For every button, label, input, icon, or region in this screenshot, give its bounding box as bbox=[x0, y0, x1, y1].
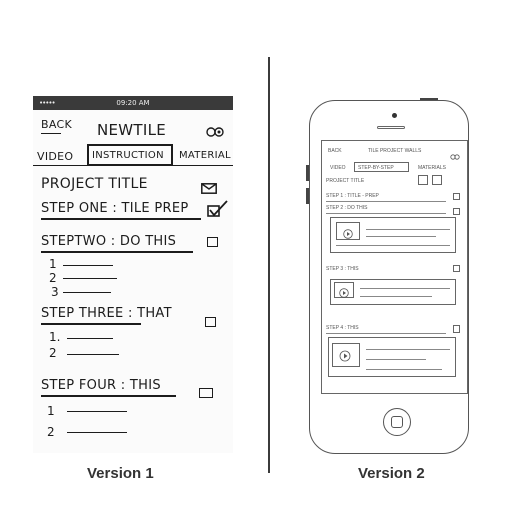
step-1-checkbox[interactable] bbox=[453, 193, 460, 200]
search-settings-icon[interactable] bbox=[450, 147, 460, 160]
step-four-item-1-number: 1 bbox=[47, 404, 55, 418]
phone-camera bbox=[392, 113, 397, 118]
home-button-square-icon bbox=[391, 416, 403, 428]
back-button[interactable]: BACK bbox=[41, 118, 72, 131]
step-three-item-2-number: 2 bbox=[49, 346, 57, 360]
version-divider bbox=[268, 57, 270, 473]
step-three-checkbox[interactable] bbox=[205, 317, 216, 327]
back-underline bbox=[41, 133, 61, 135]
search-settings-icon[interactable] bbox=[205, 123, 225, 137]
status-bar: ••••• 09:20 AM bbox=[33, 96, 233, 110]
step-two-label: STEPTWO : DO THIS bbox=[41, 234, 177, 249]
text-line bbox=[366, 236, 436, 237]
step-2-checkbox[interactable] bbox=[453, 208, 460, 215]
step-3-label: STEP 3 : THIS bbox=[326, 266, 359, 272]
tab-video[interactable]: VIDEO bbox=[330, 165, 346, 171]
step-three-item-1-number: 1. bbox=[49, 330, 61, 344]
list-item-line bbox=[67, 338, 113, 340]
text-line bbox=[360, 288, 450, 289]
list-item-line bbox=[63, 292, 111, 294]
step-three-underline bbox=[41, 323, 141, 325]
step-two-checkbox[interactable] bbox=[207, 237, 218, 247]
version-1-caption: Version 1 bbox=[87, 465, 154, 482]
page-title: NEWTILE bbox=[97, 121, 167, 139]
play-icon[interactable] bbox=[338, 285, 350, 298]
step-four-item-2-number: 2 bbox=[47, 425, 55, 439]
step-two-underline bbox=[41, 251, 193, 253]
step-three-label: STEP THREE : THAT bbox=[41, 306, 172, 321]
step-2-underline bbox=[326, 213, 446, 214]
step-one-checkbox-checked[interactable] bbox=[207, 200, 229, 218]
tab-step-by-step-label: STEP-BY-STEP bbox=[358, 165, 394, 171]
list-item-line bbox=[63, 278, 117, 280]
step-1-underline bbox=[326, 201, 446, 202]
tab-video[interactable]: VIDEO bbox=[37, 150, 73, 163]
step-one-underline bbox=[41, 218, 201, 220]
text-line bbox=[366, 349, 450, 350]
project-title: PROJECT TITLE bbox=[326, 178, 365, 184]
step-two-item-2-number: 2 bbox=[49, 271, 57, 285]
step-2-label: STEP 2 : DO THIS bbox=[326, 205, 368, 211]
step-one-label: STEP ONE : TILE PREP bbox=[41, 201, 189, 216]
tab-divider bbox=[33, 165, 233, 167]
text-line bbox=[360, 296, 432, 297]
text-line bbox=[336, 245, 450, 246]
share-icon[interactable] bbox=[418, 175, 428, 185]
text-line bbox=[366, 359, 426, 360]
step-two-item-3-number: 3 bbox=[51, 285, 59, 299]
phone-speaker bbox=[377, 126, 405, 129]
list-item-line bbox=[67, 354, 119, 356]
tab-material[interactable]: MATERIAL bbox=[179, 150, 231, 161]
back-button[interactable]: BACK bbox=[328, 148, 342, 154]
step-two-item-1-number: 1 bbox=[49, 257, 57, 271]
phone-side-button bbox=[306, 188, 309, 204]
text-line bbox=[366, 369, 442, 370]
mail-icon[interactable] bbox=[201, 179, 217, 194]
step-4-checkbox[interactable] bbox=[453, 325, 460, 333]
play-icon[interactable] bbox=[338, 349, 352, 362]
tab-instruction-label: INSTRUCTION bbox=[92, 150, 164, 161]
step-4-label: STEP 4 : THIS bbox=[326, 325, 359, 331]
list-item-line bbox=[67, 432, 127, 434]
step-4-underline bbox=[326, 333, 446, 334]
step-four-underline bbox=[41, 395, 176, 397]
page-title: TILE PROJECT WALLS bbox=[368, 148, 422, 154]
project-title: PROJECT TITLE bbox=[41, 176, 148, 192]
phone-screen: BACK TILE PROJECT WALLS VIDEO STEP-BY-ST… bbox=[321, 140, 468, 394]
step-four-label: STEP FOUR : THIS bbox=[41, 378, 161, 393]
step-1-label: STEP 1 : TITLE - PREP bbox=[326, 193, 379, 199]
text-line bbox=[366, 229, 450, 230]
tab-materials[interactable]: MATERIALS bbox=[418, 165, 446, 171]
version-1-sketch: ••••• 09:20 AM BACK NEWTILE VIDEO INSTRU… bbox=[33, 96, 233, 453]
phone-top-button bbox=[420, 98, 438, 100]
step-four-checkbox[interactable] bbox=[199, 388, 213, 398]
bookmark-icon[interactable] bbox=[432, 175, 442, 185]
phone-side-button bbox=[306, 165, 309, 181]
version-2-caption: Version 2 bbox=[358, 465, 425, 482]
list-item-line bbox=[63, 265, 113, 267]
play-icon[interactable] bbox=[342, 226, 354, 239]
step-3-checkbox[interactable] bbox=[453, 265, 460, 272]
status-time: 09:20 AM bbox=[116, 99, 150, 107]
list-item-line bbox=[67, 411, 127, 413]
